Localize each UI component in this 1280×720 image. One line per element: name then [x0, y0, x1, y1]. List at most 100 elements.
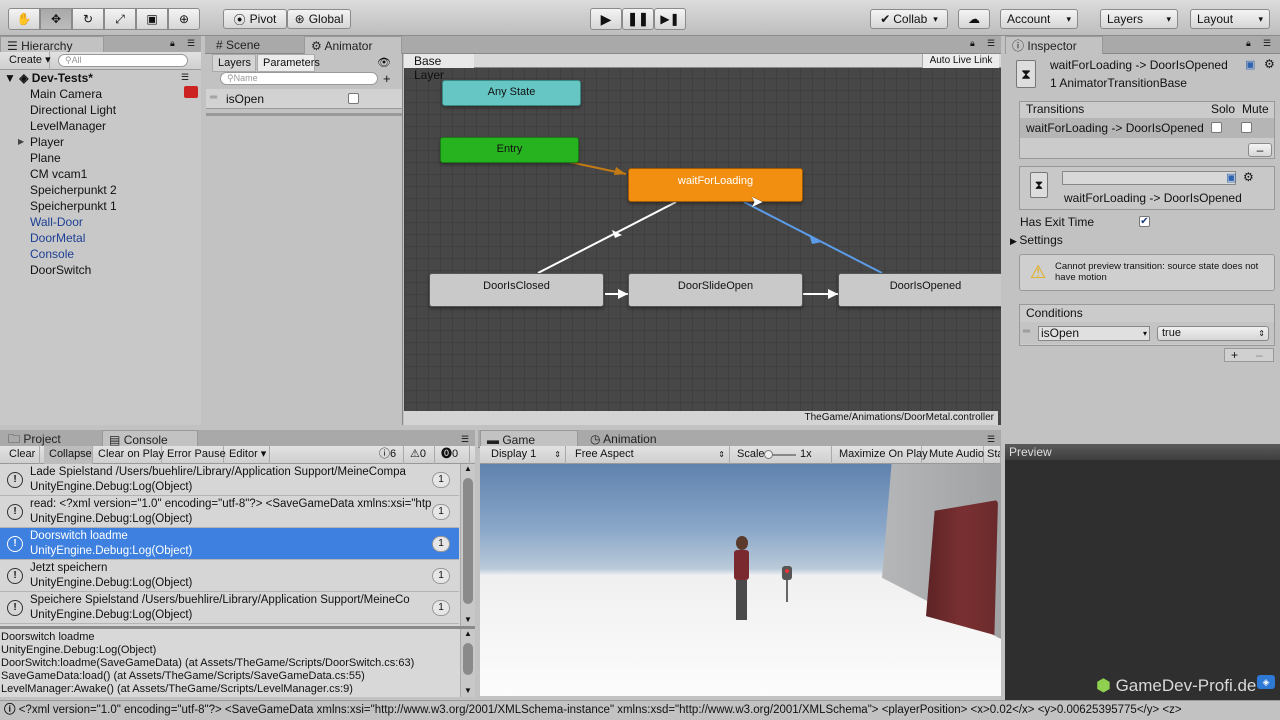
clear-button[interactable]: Clear: [4, 446, 40, 464]
scroll-thumb[interactable]: [463, 478, 473, 604]
play-button[interactable]: ▶: [590, 8, 622, 30]
hierarchy-item[interactable]: Speicherpunkt 1: [30, 198, 117, 214]
console-entry[interactable]: ! Jetzt speichern UnityEngine.Debug:Log(Ob…: [0, 560, 459, 592]
condition-row[interactable]: ═ isOpen ▾ true ⇕: [1020, 322, 1274, 344]
console-entry[interactable]: ! read: <?xml version="1.0" encoding="utf…: [0, 496, 459, 528]
scroll-down-icon[interactable]: ▼: [464, 615, 472, 624]
console-entry[interactable]: ! Speichere Spielstand /Users/buehlire/Li…: [0, 592, 459, 624]
eye-icon[interactable]: 👁︎: [377, 56, 391, 69]
state-any[interactable]: Any State: [442, 80, 581, 106]
parameter-row[interactable]: ═ isOpen: [206, 89, 402, 109]
console-entry[interactable]: ! Lade Spielstand /Users/buehlire/Library…: [0, 464, 459, 496]
tab-scene[interactable]: # Scene: [210, 36, 302, 54]
animator-graph[interactable]: Base Layer Auto Live Link Any State Entr…: [404, 54, 1001, 425]
scroll-up-icon[interactable]: ▲: [464, 464, 472, 473]
hierarchy-item[interactable]: Directional Light: [30, 102, 116, 118]
mute-audio-toggle[interactable]: Mute Audio: [924, 446, 984, 464]
info-filter-toggle[interactable]: ⓘ6: [374, 446, 404, 464]
scene-root[interactable]: ▼ ◈ Dev-Tests*: [4, 70, 199, 86]
editor-dropdown[interactable]: Editor ▾: [224, 446, 270, 464]
panel-menu-icon[interactable]: ☰: [1263, 38, 1271, 49]
condition-param-select[interactable]: isOpen ▾: [1038, 326, 1150, 341]
foldout-arrow-icon[interactable]: ▶: [18, 134, 24, 150]
state-entry[interactable]: Entry: [440, 137, 579, 163]
clear-on-play-button[interactable]: Clear on Play: [93, 446, 164, 464]
add-condition-button[interactable]: + –: [1224, 348, 1274, 362]
tab-inspector[interactable]: ⓘ Inspector: [1005, 36, 1103, 54]
step-button[interactable]: ▶❚: [654, 8, 686, 30]
layers-dropdown[interactable]: Layers: [1100, 9, 1178, 29]
hierarchy-item[interactable]: DoorSwitch: [30, 262, 91, 278]
tab-animator[interactable]: ⚙ Animator: [304, 36, 402, 54]
scroll-thumb[interactable]: [463, 643, 473, 675]
layout-dropdown[interactable]: Layout: [1190, 9, 1270, 29]
scale-tool-icon[interactable]: ⤢: [104, 8, 136, 30]
add-parameter-button[interactable]: +: [383, 71, 391, 86]
transform-tool-icon[interactable]: ⊕: [168, 8, 200, 30]
transition-to-closed[interactable]: [537, 201, 677, 274]
hierarchy-item[interactable]: CM vcam1: [30, 166, 87, 182]
settings-gear-icon[interactable]: ⚙: [1243, 170, 1254, 184]
console-scrollbar[interactable]: ▲ ▼: [460, 464, 475, 626]
hierarchy-item[interactable]: Speicherpunkt 2: [30, 182, 117, 198]
lock-icon[interactable]: 🔒︎: [970, 38, 975, 49]
tab-layers[interactable]: Layers: [212, 54, 256, 72]
state-doorisopened[interactable]: DoorIsOpened: [838, 273, 1001, 307]
panel-menu-icon[interactable]: ☰: [461, 434, 469, 445]
remove-transition-button[interactable]: –: [1248, 143, 1272, 157]
transition-row[interactable]: waitForLoading -> DoorIsOpened: [1020, 118, 1274, 138]
has-exit-time-checkbox[interactable]: ✔: [1139, 216, 1150, 227]
state-doorisclosed[interactable]: DoorIsClosed: [429, 273, 604, 307]
hierarchy-item[interactable]: Main Camera: [30, 86, 102, 102]
hierarchy-item[interactable]: LevelManager: [30, 118, 106, 134]
hierarchy-item[interactable]: Wall-Door: [30, 214, 83, 230]
state-waitforloading[interactable]: waitForLoading: [628, 168, 803, 202]
lock-icon[interactable]: 🔒︎: [170, 38, 175, 49]
remove-condition-button[interactable]: –: [1256, 349, 1263, 361]
rect-tool-icon[interactable]: ▣: [136, 8, 168, 30]
panel-menu-icon[interactable]: ☰: [987, 38, 995, 49]
scroll-down-icon[interactable]: ▼: [464, 686, 472, 695]
condition-value-select[interactable]: true ⇕: [1157, 326, 1269, 341]
hierarchy-item[interactable]: Console: [30, 246, 74, 262]
parameter-search-input[interactable]: ⚲Name: [220, 72, 378, 85]
settings-foldout[interactable]: ▶ Settings: [1010, 233, 1063, 247]
global-button[interactable]: ⊛ Global: [287, 9, 351, 29]
console-entry[interactable]: ! Doorswitch loadme UnityEngine.Debug:Log(…: [0, 528, 459, 560]
collab-dropdown[interactable]: ✔ Collab: [870, 9, 948, 29]
stats-toggle[interactable]: Sta: [985, 446, 1001, 464]
create-dropdown[interactable]: Create ▾: [4, 52, 51, 70]
move-tool-icon[interactable]: ✥: [40, 8, 72, 30]
account-dropdown[interactable]: Account: [1000, 9, 1078, 29]
status-bar[interactable]: ⓘ <?xml version="1.0" encoding="utf-8"?>…: [0, 700, 1280, 720]
mute-checkbox[interactable]: [1241, 122, 1252, 133]
settings-gear-icon[interactable]: ⚙: [1264, 57, 1275, 71]
help-icon[interactable]: ▣: [1245, 58, 1255, 71]
isopen-checkbox[interactable]: [348, 93, 359, 104]
rotate-tool-icon[interactable]: ↻: [72, 8, 104, 30]
lock-icon[interactable]: 🔒︎: [1246, 38, 1251, 49]
hierarchy-item[interactable]: ▶ Player: [18, 134, 64, 150]
scroll-up-icon[interactable]: ▲: [464, 629, 472, 638]
state-doorslideopen[interactable]: DoorSlideOpen: [628, 273, 803, 307]
pause-button[interactable]: ❚❚: [622, 8, 654, 30]
tab-parameters[interactable]: Parameters: [257, 54, 320, 72]
pivot-button[interactable]: ⦿ Pivot: [223, 9, 287, 29]
transition-name-input[interactable]: [1062, 171, 1236, 185]
slider-knob[interactable]: [764, 450, 773, 459]
hand-tool-icon[interactable]: ✋: [8, 8, 40, 30]
warning-filter-toggle[interactable]: ⚠0: [405, 446, 435, 464]
scene-menu-icon[interactable]: ☰: [181, 72, 189, 83]
hierarchy-item[interactable]: Plane: [30, 150, 61, 166]
error-pause-button[interactable]: Error Pause: [162, 446, 226, 464]
hierarchy-search-input[interactable]: ⚲All: [58, 54, 188, 67]
display-dropdown[interactable]: Display 1 ⇕: [486, 446, 566, 464]
panel-menu-icon[interactable]: ☰: [987, 434, 995, 445]
collapse-button[interactable]: Collapse: [44, 446, 93, 464]
game-viewport[interactable]: [480, 464, 1001, 696]
cloud-button[interactable]: ☁: [958, 9, 990, 29]
solo-checkbox[interactable]: [1211, 122, 1222, 133]
aspect-dropdown[interactable]: Free Aspect ⇕: [570, 446, 730, 464]
detail-scrollbar[interactable]: ▲ ▼: [460, 629, 475, 697]
error-filter-toggle[interactable]: ⓿0: [436, 446, 470, 464]
